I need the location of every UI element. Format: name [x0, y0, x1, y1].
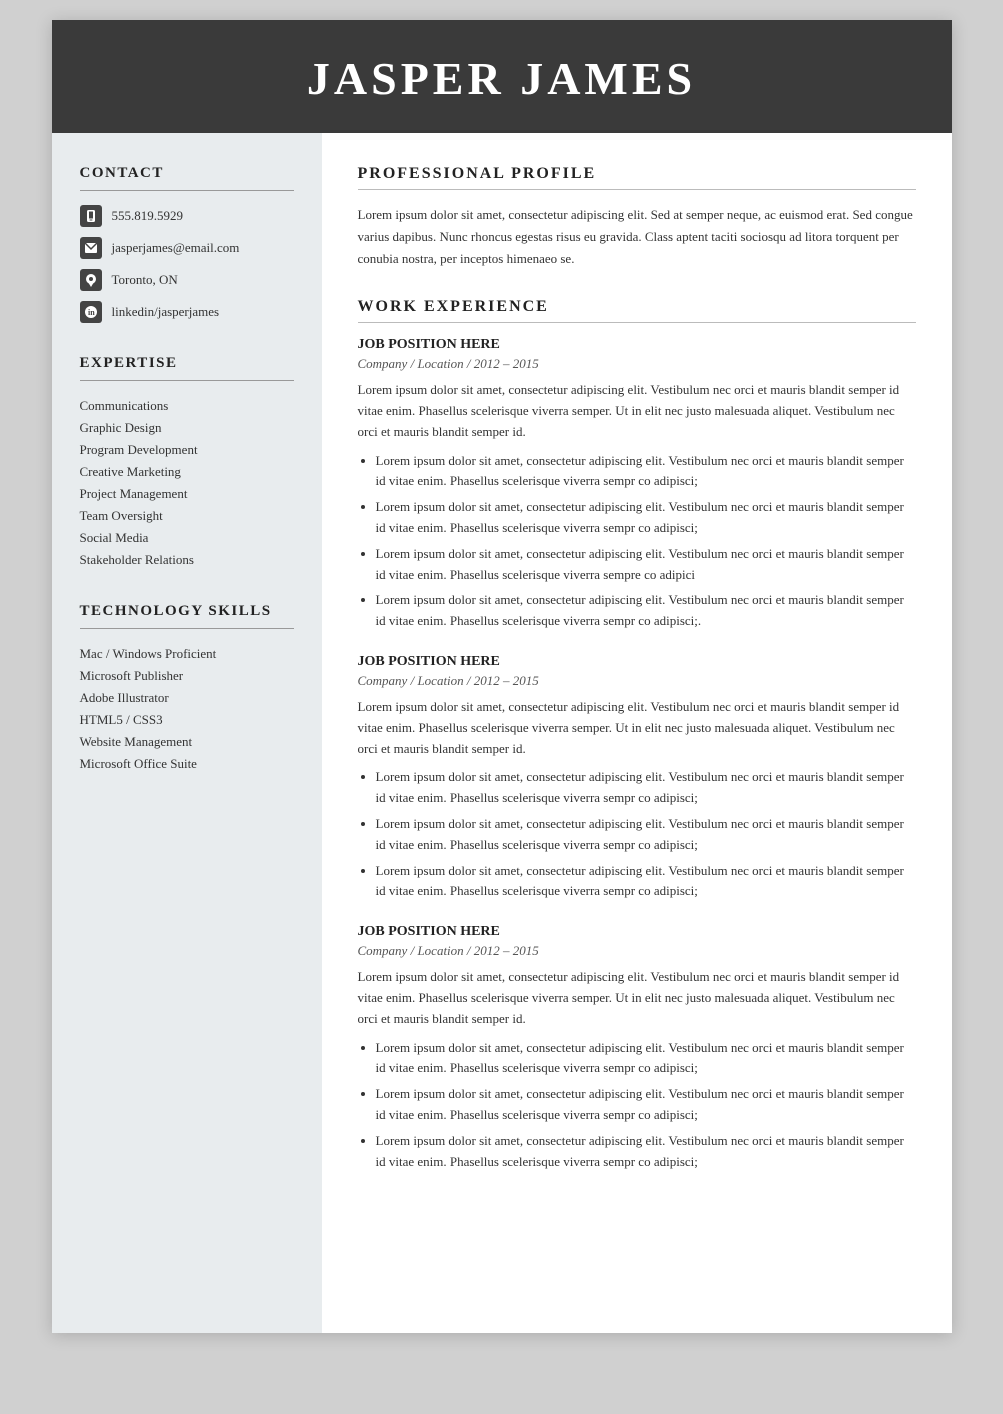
job-block-1: JOB POSITION HERE Company / Location / 2… [358, 337, 916, 632]
expertise-item: Team Oversight [80, 505, 294, 527]
bullet-item: Lorem ipsum dolor sit amet, consectetur … [376, 544, 916, 586]
main-content: PROFESSIONAL PROFILE Lorem ipsum dolor s… [322, 133, 952, 1333]
sidebar: CONTACT 555.819.5929 [52, 133, 322, 1333]
header: JASPER JAMES [52, 20, 952, 133]
job-title-1: JOB POSITION HERE [358, 337, 916, 353]
experience-section: WORK EXPERIENCE JOB POSITION HERE Compan… [358, 298, 916, 1172]
tech-item: HTML5 / CSS3 [80, 709, 294, 731]
contact-section: CONTACT 555.819.5929 [80, 165, 294, 323]
job-block-2: JOB POSITION HERE Company / Location / 2… [358, 654, 916, 902]
expertise-item: Program Development [80, 439, 294, 461]
expertise-item: Social Media [80, 527, 294, 549]
expertise-section: EXPERTISE Communications Graphic Design … [80, 355, 294, 571]
bullet-item: Lorem ipsum dolor sit amet, consectetur … [376, 814, 916, 856]
bullet-item: Lorem ipsum dolor sit amet, consectetur … [376, 1084, 916, 1126]
contact-linkedin: in linkedin/jasperjames [80, 301, 294, 323]
linkedin-icon: in [80, 301, 102, 323]
profile-divider [358, 189, 916, 190]
linkedin-text: linkedin/jasperjames [112, 304, 220, 320]
experience-title: WORK EXPERIENCE [358, 298, 916, 316]
body: CONTACT 555.819.5929 [52, 133, 952, 1333]
experience-divider [358, 322, 916, 323]
profile-section: PROFESSIONAL PROFILE Lorem ipsum dolor s… [358, 165, 916, 270]
job-title-2: JOB POSITION HERE [358, 654, 916, 670]
email-icon [80, 237, 102, 259]
expertise-item: Stakeholder Relations [80, 549, 294, 571]
contact-email: jasperjames@email.com [80, 237, 294, 259]
technology-divider [80, 628, 294, 629]
job-company-1: Company / Location / 2012 – 2015 [358, 356, 916, 372]
bullet-item: Lorem ipsum dolor sit amet, consectetur … [376, 767, 916, 809]
tech-item: Mac / Windows Proficient [80, 643, 294, 665]
expertise-item: Project Management [80, 483, 294, 505]
technology-section: TECHNOLOGY SKILLS Mac / Windows Proficie… [80, 603, 294, 775]
job-company-2: Company / Location / 2012 – 2015 [358, 673, 916, 689]
phone-text: 555.819.5929 [112, 208, 184, 224]
expertise-item: Creative Marketing [80, 461, 294, 483]
technology-title: TECHNOLOGY SKILLS [80, 603, 294, 620]
job-company-3: Company / Location / 2012 – 2015 [358, 943, 916, 959]
expertise-item: Communications [80, 395, 294, 417]
contact-phone: 555.819.5929 [80, 205, 294, 227]
phone-icon [80, 205, 102, 227]
bullet-item: Lorem ipsum dolor sit amet, consectetur … [376, 451, 916, 493]
bullet-item: Lorem ipsum dolor sit amet, consectetur … [376, 1038, 916, 1080]
candidate-name: JASPER JAMES [92, 52, 912, 105]
profile-title: PROFESSIONAL PROFILE [358, 165, 916, 183]
contact-location: Toronto, ON [80, 269, 294, 291]
contact-title: CONTACT [80, 165, 294, 182]
bullet-item: Lorem ipsum dolor sit amet, consectetur … [376, 861, 916, 903]
job-bullets-3: Lorem ipsum dolor sit amet, consectetur … [376, 1038, 916, 1173]
bullet-item: Lorem ipsum dolor sit amet, consectetur … [376, 497, 916, 539]
email-text: jasperjames@email.com [112, 240, 240, 256]
job-title-3: JOB POSITION HERE [358, 924, 916, 940]
location-text: Toronto, ON [112, 272, 178, 288]
resume-wrapper: JASPER JAMES CONTACT 555.819.5929 [52, 20, 952, 1333]
expertise-divider [80, 380, 294, 381]
expertise-title: EXPERTISE [80, 355, 294, 372]
tech-item: Microsoft Publisher [80, 665, 294, 687]
job-desc-2: Lorem ipsum dolor sit amet, consectetur … [358, 697, 916, 759]
job-desc-3: Lorem ipsum dolor sit amet, consectetur … [358, 967, 916, 1029]
job-block-3: JOB POSITION HERE Company / Location / 2… [358, 924, 916, 1172]
tech-item: Microsoft Office Suite [80, 753, 294, 775]
tech-item: Adobe Illustrator [80, 687, 294, 709]
location-icon [80, 269, 102, 291]
svg-text:in: in [88, 308, 95, 317]
job-bullets-1: Lorem ipsum dolor sit amet, consectetur … [376, 451, 916, 632]
job-bullets-2: Lorem ipsum dolor sit amet, consectetur … [376, 767, 916, 902]
expertise-item: Graphic Design [80, 417, 294, 439]
job-desc-1: Lorem ipsum dolor sit amet, consectetur … [358, 380, 916, 442]
profile-text: Lorem ipsum dolor sit amet, consectetur … [358, 204, 916, 270]
tech-item: Website Management [80, 731, 294, 753]
bullet-item: Lorem ipsum dolor sit amet, consectetur … [376, 1131, 916, 1173]
contact-divider [80, 190, 294, 191]
bullet-item: Lorem ipsum dolor sit amet, consectetur … [376, 590, 916, 632]
